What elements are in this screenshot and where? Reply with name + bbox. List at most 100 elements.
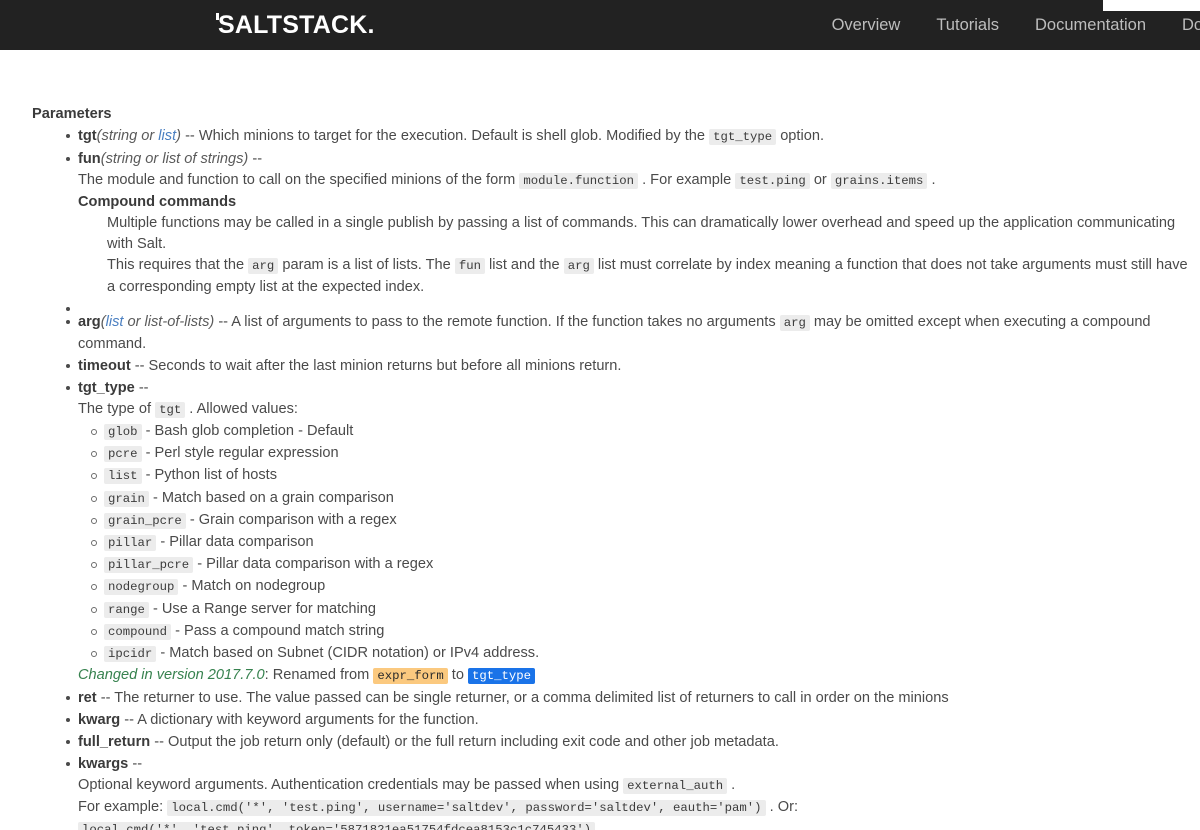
tgt-type-intro-a: The type of <box>78 401 156 417</box>
code-value-list: list <box>104 468 142 485</box>
allowed-desc-nodegroup: - Match on nodegroup <box>178 578 326 595</box>
code-value-glob: glob <box>104 424 142 440</box>
kwargs-text-1a: Optional keyword arguments. Authenticati… <box>78 777 624 794</box>
code-test-ping: test.ping <box>735 173 810 189</box>
param-dash-ret: -- <box>96 690 115 707</box>
code-grains-items: grains.items <box>830 173 928 189</box>
code-value-range: range <box>104 601 149 618</box>
code-tgt: tgt <box>155 402 186 418</box>
changed-version-to: to <box>447 667 469 684</box>
param-desc-kwarg: A dictionary with keyword arguments for … <box>137 712 479 729</box>
code-fun: fun <box>454 258 485 274</box>
param-dash-tgt: -- <box>181 128 199 144</box>
allowed-value-ipcidr: ipcidr - Match based on Subnet (CIDR not… <box>91 643 1190 665</box>
param-name-full-return: full_return <box>78 734 151 751</box>
param-name-kwarg: kwarg <box>78 712 121 729</box>
fun-desc-3: or <box>809 172 831 188</box>
param-dash-kwarg: -- <box>120 712 138 729</box>
allowed-value-range: range - Use a Range server for matching <box>91 599 1190 621</box>
param-name-arg: arg <box>78 314 101 330</box>
param-dash-full-return: -- <box>150 734 169 751</box>
code-value-grain-pcre: grain_pcre <box>104 512 186 529</box>
param-item-kwargs: kwargs -- Optional keyword arguments. Au… <box>66 754 1190 830</box>
saltstack-logo[interactable]: SALTSTACK. <box>216 12 375 38</box>
param-item-ret: ret -- The returner to use. The value pa… <box>66 688 1190 709</box>
param-type-fun: (string or list of strings) <box>100 151 249 167</box>
allowed-desc-grain-pcre: - Grain comparison with a regex <box>185 511 397 528</box>
kwargs-block: Optional keyword arguments. Authenticati… <box>78 775 1190 830</box>
param-type-link-arg-list[interactable]: list <box>106 314 124 330</box>
compound-p2-c: list and the <box>484 257 564 273</box>
kwargs-line-3: local.cmd('*', 'test.ping', token='58718… <box>78 819 1190 830</box>
list-spacer <box>66 299 1190 311</box>
nav-item-overview[interactable]: Overview <box>832 16 901 35</box>
code-tgt-type-selected: tgt_type <box>468 668 536 685</box>
param-desc-tgt-2: option. <box>776 128 825 144</box>
param-dash-timeout: -- <box>130 358 149 374</box>
param-desc-timeout: Seconds to wait after the last minion re… <box>148 358 622 374</box>
param-desc-ret: The returner to use. The value passed ca… <box>114 690 949 707</box>
allowed-value-nodegroup: nodegroup - Match on nodegroup <box>91 576 1190 598</box>
tgt-type-intro: The type of tgt . Allowed values: <box>78 399 1190 421</box>
logo-wordmark: SALTSTACK <box>218 11 368 39</box>
allowed-desc-grain: - Match based on a grain comparison <box>148 489 394 506</box>
parameters-list: tgt(string or list) -- Which minions to … <box>60 126 1190 830</box>
kwargs-text-1b: . <box>727 777 736 794</box>
code-value-nodegroup: nodegroup <box>104 579 179 596</box>
fun-desc-1: The module and function to call on the s… <box>78 172 520 188</box>
param-item-tgt: tgt(string or list) -- Which minions to … <box>66 126 1190 148</box>
changed-in-version-note: Changed in version 2017.7.0: Renamed fro… <box>78 665 1190 687</box>
param-desc-full-return: Output the job return only (default) or … <box>168 734 779 751</box>
allowed-value-glob: glob - Bash glob completion - Default <box>91 421 1190 443</box>
code-local-cmd-eauth: local.cmd('*', 'test.ping', username='sa… <box>167 800 766 817</box>
code-value-pillar-pcre: pillar_pcre <box>104 557 194 574</box>
param-item-arg: arg(list or list-of-lists) -- A list of … <box>66 312 1190 355</box>
param-item-kwarg: kwarg -- A dictionary with keyword argum… <box>66 710 1190 731</box>
allowed-desc-range: - Use a Range server for matching <box>148 600 377 617</box>
param-type-text-tgt: string or <box>101 128 159 144</box>
allowed-desc-pcre: - Perl style regular expression <box>141 445 339 462</box>
nav-item-documentation[interactable]: Documentation <box>1035 16 1146 35</box>
allowed-desc-pillar-pcre: - Pillar data comparison with a regex <box>193 556 434 573</box>
allowed-desc-compound: - Pass a compound match string <box>171 622 385 639</box>
allowed-desc-pillar: - Pillar data comparison <box>156 534 314 551</box>
param-item-full-return: full_return -- Output the job return onl… <box>66 732 1190 753</box>
param-type-link-tgt-list[interactable]: list <box>158 128 176 144</box>
param-name-fun: fun <box>78 151 101 167</box>
allowed-value-grain: grain - Match based on a grain compariso… <box>91 488 1190 510</box>
nav-item-tutorials[interactable]: Tutorials <box>936 16 999 35</box>
param-name-tgt: tgt <box>78 128 97 144</box>
site-header: SALTSTACK. Overview Tutorials Documentat… <box>0 0 1200 50</box>
param-item-timeout: timeout -- Seconds to wait after the las… <box>66 356 1190 377</box>
compound-paragraph-1: Multiple functions may be called in a si… <box>107 215 1176 252</box>
param-item-tgt-type: tgt_type -- The type of tgt . Allowed va… <box>66 378 1190 687</box>
code-arg-2: arg <box>563 258 594 274</box>
allowed-value-list: list - Python list of hosts <box>91 465 1190 487</box>
changed-version-label: Changed in version 2017.7.0 <box>78 667 265 684</box>
fun-desc-2: . For example <box>638 172 736 188</box>
allowed-desc-glob: - Bash glob completion - Default <box>141 423 354 439</box>
code-arg-3: arg <box>779 315 810 331</box>
tgt-type-intro-b: . Allowed values: <box>185 401 298 417</box>
fun-description-block: The module and function to call on the s… <box>78 170 1190 298</box>
code-external-auth: external_auth <box>623 778 728 795</box>
logo-dot: . <box>367 11 375 39</box>
allowed-values-list: glob - Bash glob completion - Default pc… <box>78 421 1190 665</box>
compound-commands-heading: Compound commands <box>78 194 237 210</box>
fun-desc-4: . <box>927 172 936 188</box>
code-expr-form-highlighted: expr_form <box>373 668 448 685</box>
param-name-timeout: timeout <box>78 358 131 374</box>
nav-item-downloads[interactable]: Do <box>1182 16 1200 35</box>
kwargs-text-2b: . Or: <box>765 799 799 816</box>
kwargs-text-2a: For example: <box>78 799 168 816</box>
allowed-value-grain-pcre: grain_pcre - Grain comparison with a reg… <box>91 510 1190 532</box>
code-value-grain: grain <box>104 490 149 507</box>
allowed-value-pcre: pcre - Perl style regular expression <box>91 443 1190 465</box>
code-local-cmd-token: local.cmd('*', 'test.ping', token='58718… <box>78 822 596 830</box>
param-dash-tgt-type: -- <box>134 380 149 396</box>
tgt-type-block: The type of tgt . Allowed values: glob -… <box>78 399 1190 687</box>
param-desc-arg-1: A list of arguments to pass to the remot… <box>231 314 780 330</box>
changed-version-sep: : Renamed from <box>264 667 374 684</box>
allowed-value-pillar-pcre: pillar_pcre - Pillar data comparison wit… <box>91 554 1190 576</box>
code-value-compound: compound <box>104 623 172 640</box>
